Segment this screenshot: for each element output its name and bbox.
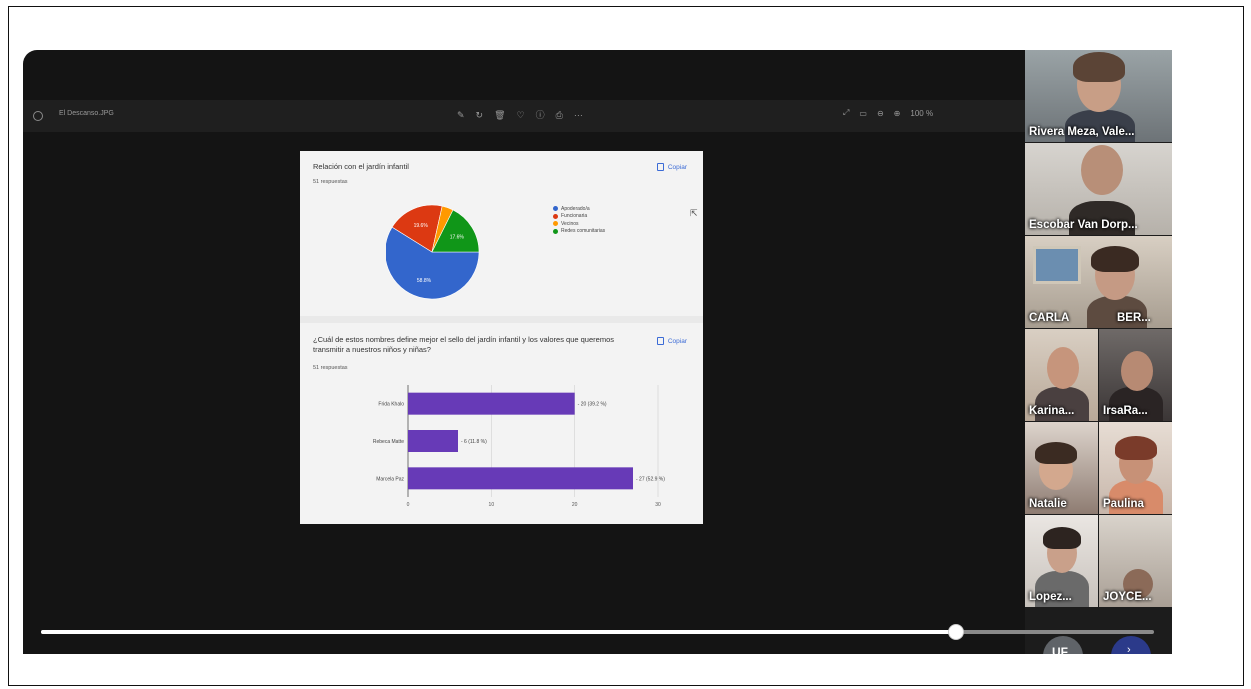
question-title: ¿Cuál de estos nombres define mejor el s… xyxy=(313,335,614,354)
legend-label: Vecinos xyxy=(561,220,579,227)
fit-icon[interactable]: ▭ xyxy=(859,109,867,118)
legend-label: Apoderado/a xyxy=(561,205,590,212)
participant-tile[interactable]: Rivera Meza, Vale... xyxy=(1025,50,1172,142)
legend-item: Vecinos xyxy=(553,220,605,228)
copy-button[interactable]: Copiar xyxy=(656,337,687,345)
participant-name: BER... xyxy=(1117,312,1151,324)
legend-swatch xyxy=(553,228,558,234)
pie-slice-label: 58.8% xyxy=(417,278,432,284)
legend-item: Funcionaria xyxy=(553,213,605,221)
print-icon[interactable]: ⎙ xyxy=(556,108,563,122)
next-page-button[interactable]: › xyxy=(1111,636,1151,654)
playback-progress xyxy=(41,630,956,634)
x-tick-label: 20 xyxy=(572,502,578,508)
bar xyxy=(408,467,633,490)
participant-tile[interactable]: IrsaRa... xyxy=(1099,329,1172,421)
bar xyxy=(408,392,575,415)
pie-slice-label: 19.6% xyxy=(414,223,429,229)
participant-name: JOYCE... xyxy=(1103,591,1152,603)
participant-name: Karina... xyxy=(1029,405,1075,417)
participant-tile[interactable]: Paulina xyxy=(1099,422,1172,514)
edit-icon[interactable]: ✎ xyxy=(457,108,465,122)
avatar[interactable]: UF xyxy=(1043,636,1083,654)
response-count: 51 respuestas xyxy=(313,179,348,185)
response-count: 51 respuestas xyxy=(313,365,348,371)
bar-value-label: - 6 (11.8 %) xyxy=(461,439,487,445)
pie-legend: Apoderado/a Funcionaria Vecinos Redes comun… xyxy=(553,205,605,235)
copy-icon xyxy=(656,163,664,171)
participant-tile[interactable]: JOYCE... xyxy=(1099,515,1172,607)
category-label: Marcela Paz xyxy=(376,476,404,482)
participant-tile[interactable]: Escobar Van Dorp... xyxy=(1025,143,1172,235)
pie-chart: 58.8% 19.6% 17.6% xyxy=(386,204,480,300)
participant-name: Lopez... xyxy=(1029,591,1072,603)
zoom-level: 100 % xyxy=(910,108,934,118)
participant-video xyxy=(1035,442,1077,464)
question-card-1: Relación con el jardín infantil 51 respu… xyxy=(300,151,703,316)
legend-swatch xyxy=(553,213,558,219)
playback-scrubber[interactable] xyxy=(947,624,964,640)
avatar-row: UF › xyxy=(1025,636,1172,654)
category-label: Frida Khalo xyxy=(378,402,404,408)
participant-video xyxy=(1073,52,1125,82)
wall-picture xyxy=(1033,246,1081,284)
info-icon[interactable]: ⓘ xyxy=(536,108,545,122)
legend-item: Redes comunitarias xyxy=(553,228,605,236)
pie-slice-label: 17.6% xyxy=(450,235,465,241)
participant-name: CARLA xyxy=(1029,312,1070,324)
bar-chart: 0 10 20 30 Frida Khalo - 20 (39.2 %) Rebeca Ma… xyxy=(373,385,665,508)
participant-video xyxy=(1047,347,1079,389)
legend-swatch xyxy=(553,206,558,212)
zoom-out-icon[interactable]: ⊖ xyxy=(877,109,884,118)
participant-tile[interactable]: CARLA BER... xyxy=(1025,236,1172,328)
participant-name: Paulina xyxy=(1103,498,1144,510)
question-card-2: ¿Cuál de estos nombres define mejor el s… xyxy=(300,323,703,524)
chevron-right-icon: › xyxy=(1127,644,1131,654)
x-tick-label: 10 xyxy=(489,502,495,508)
participant-video xyxy=(1115,436,1157,460)
participant-name: Escobar Van Dorp... xyxy=(1029,219,1138,231)
photo-viewer-toolbar: El Descanso.JPG ✎ ↻ 🗑 ♡ ⓘ ⎙ ··· ⤢ ▭ ⊖ ⊕ … xyxy=(23,100,1026,132)
bar-value-label: - 27 (52.9 %) xyxy=(636,476,665,482)
legend-item: Apoderado/a xyxy=(553,205,605,213)
participant-name: IrsaRa... xyxy=(1103,405,1148,417)
copy-icon xyxy=(656,337,664,345)
participant-video xyxy=(1121,351,1153,391)
participant-video xyxy=(1091,246,1139,272)
legend-label: Funcionaria xyxy=(561,213,588,220)
app-icon xyxy=(33,111,43,121)
question-title: Relación con el jardín infantil xyxy=(313,162,409,171)
participants-panel: Rivera Meza, Vale... Escobar Van Dorp...… xyxy=(1025,50,1172,654)
participant-tile[interactable]: Natalie xyxy=(1025,422,1098,514)
mouse-cursor-icon: ⇱ xyxy=(690,208,698,218)
expand-icon[interactable]: ⤢ xyxy=(843,108,849,118)
bar xyxy=(408,430,458,452)
participant-tile[interactable]: Lopez... xyxy=(1025,515,1098,607)
zoom-in-icon[interactable]: ⊕ xyxy=(894,109,901,118)
participant-video xyxy=(1043,527,1081,549)
legend-label: Redes comunitarias xyxy=(561,228,606,235)
favorite-icon[interactable]: ♡ xyxy=(517,108,525,122)
file-name: El Descanso.JPG xyxy=(59,110,114,117)
delete-icon[interactable]: 🗑 xyxy=(494,108,505,122)
copy-button[interactable]: Copiar xyxy=(656,163,687,171)
bar-value-label: - 20 (39.2 %) xyxy=(578,402,607,408)
more-icon[interactable]: ··· xyxy=(574,108,583,122)
participant-name: Natalie xyxy=(1029,498,1067,510)
participant-video xyxy=(1081,145,1123,195)
x-tick-label: 0 xyxy=(407,502,410,508)
legend-swatch xyxy=(553,221,558,227)
forms-summary-image: Relación con el jardín infantil 51 respu… xyxy=(300,151,703,524)
category-label: Rebeca Matte xyxy=(373,439,404,445)
participant-tile[interactable]: Karina... xyxy=(1025,329,1098,421)
x-tick-label: 30 xyxy=(655,502,661,508)
rotate-icon[interactable]: ↻ xyxy=(476,108,484,122)
participant-name: Rivera Meza, Vale... xyxy=(1029,126,1135,138)
